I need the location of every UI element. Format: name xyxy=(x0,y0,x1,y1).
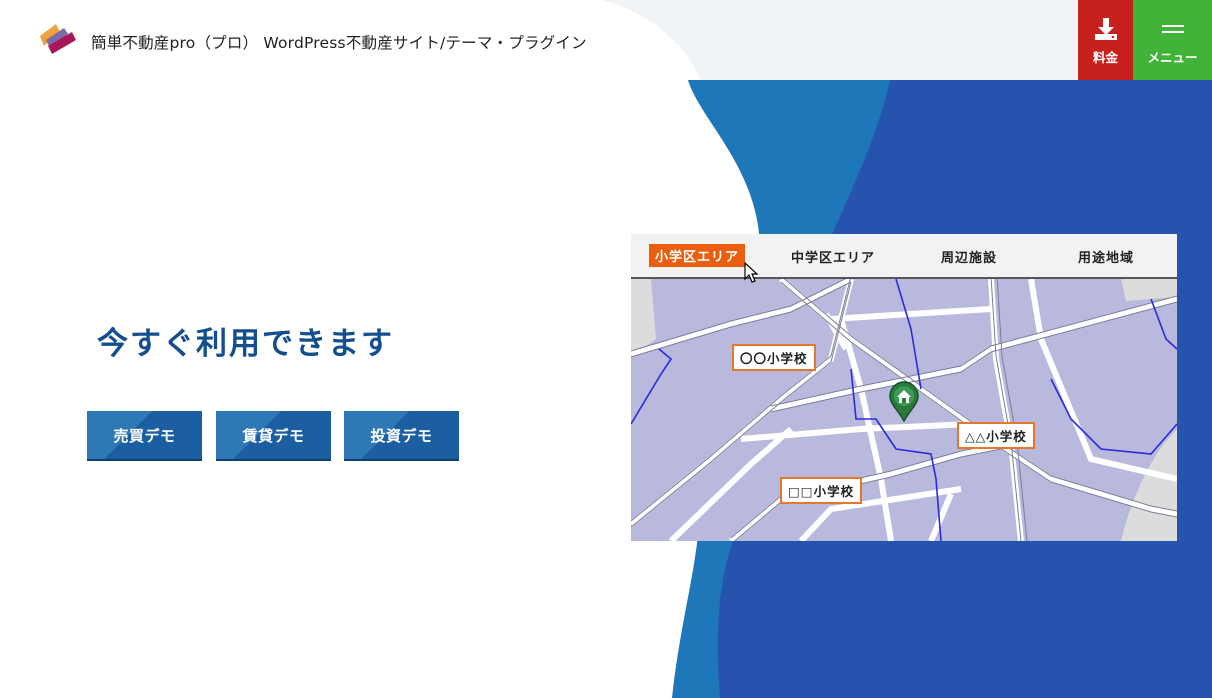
school-label-maru[interactable]: 〇〇小学校 xyxy=(732,344,816,371)
logo-mark[interactable] xyxy=(38,22,78,56)
school-label-sankaku[interactable]: △△小学校 xyxy=(957,422,1035,449)
investment-demo-button[interactable]: 投資デモ xyxy=(344,411,459,459)
tab-junior-high-district[interactable]: 中学区エリア xyxy=(791,247,875,266)
mouse-cursor-icon xyxy=(744,262,759,283)
hero-heading: 今すぐ利用できます xyxy=(97,326,394,362)
home-pin-icon[interactable] xyxy=(888,380,920,422)
price-button[interactable]: 料金 xyxy=(1078,0,1133,80)
sale-demo-button[interactable]: 売買デモ xyxy=(87,411,202,459)
site-title[interactable]: 簡単不動産pro（プロ） WordPress不動産サイト/テーマ・プラグイン xyxy=(91,31,587,53)
price-label: 料金 xyxy=(1092,50,1118,65)
map-tab-bar: 小学区エリア 中学区エリア 周辺施設 用途地域 xyxy=(631,234,1177,279)
rental-demo-button[interactable]: 賃貸デモ xyxy=(216,411,331,459)
tab-elementary-district[interactable]: 小学区エリア xyxy=(649,244,746,267)
download-icon xyxy=(1094,18,1117,40)
menu-label: メニュー xyxy=(1147,50,1198,65)
menu-button[interactable]: メニュー xyxy=(1133,0,1212,80)
tab-land-use[interactable]: 用途地域 xyxy=(1078,247,1134,266)
tab-nearby-facilities[interactable]: 周辺施設 xyxy=(941,247,997,266)
hamburger-icon xyxy=(1161,25,1184,33)
school-label-shikaku[interactable]: □□小学校 xyxy=(780,477,863,504)
